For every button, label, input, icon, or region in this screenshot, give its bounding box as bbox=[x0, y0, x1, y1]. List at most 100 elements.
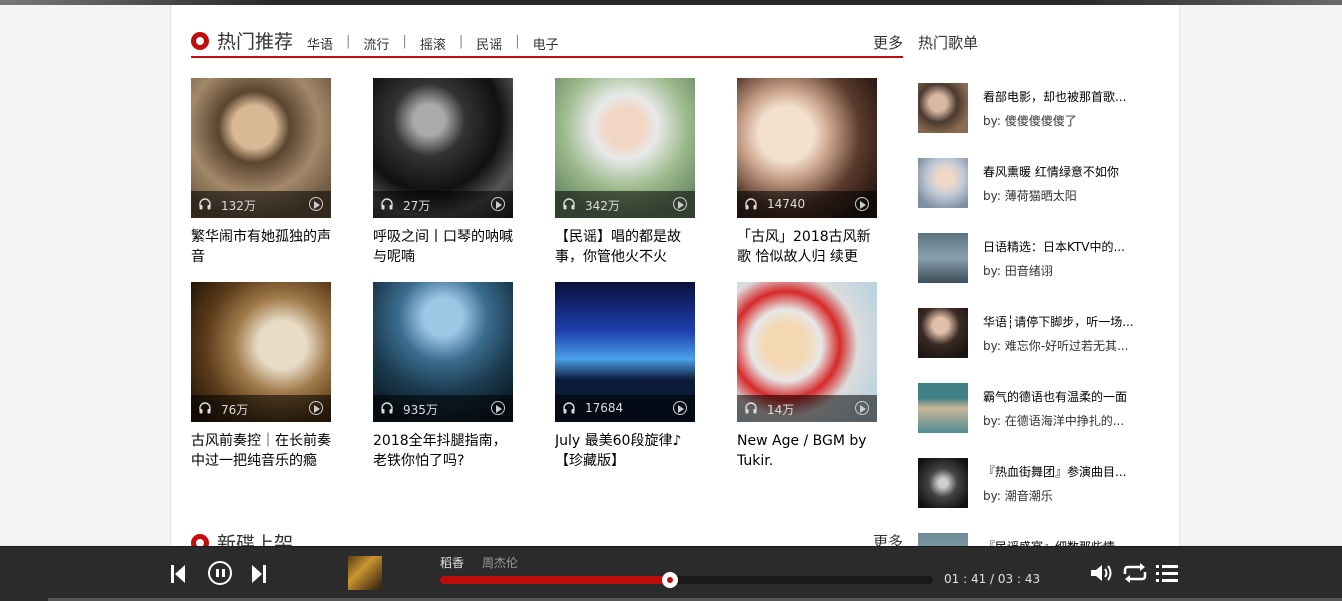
pause-button[interactable] bbox=[208, 561, 232, 585]
hot-recommend-title[interactable]: 热门推荐 bbox=[217, 27, 293, 54]
play-count: 342万 bbox=[585, 199, 620, 213]
headphones-icon bbox=[563, 198, 575, 210]
more-link[interactable]: 更多 bbox=[873, 32, 903, 53]
play-icon[interactable] bbox=[855, 401, 869, 415]
play-count: 17684 bbox=[585, 401, 624, 415]
player-bar: 稻香 周杰伦 01 : 41 / 03 : 43 bbox=[0, 546, 1342, 601]
playlist-name[interactable]: 【民谣】唱的都是故事，你管他火不火 bbox=[555, 227, 695, 267]
tab-minyao[interactable]: 民谣 bbox=[476, 34, 502, 53]
side-playlist-item[interactable]: 春风熏暖 红情绿意不如你 by: 薄荷猫晒太阳 bbox=[918, 157, 1158, 209]
side-playlist-title[interactable]: 春风熏暖 红情绿意不如你 bbox=[983, 163, 1119, 180]
volume-icon[interactable] bbox=[1089, 562, 1115, 584]
playlist-card[interactable]: 132万 繁华闹市有她孤独的声音 bbox=[191, 78, 331, 267]
play-count: 132万 bbox=[221, 199, 256, 213]
progress-fill bbox=[440, 576, 670, 584]
side-playlist-item[interactable]: 霸气的德语也有温柔的一面 by: 在德语海洋中挣扎的... bbox=[918, 382, 1158, 434]
playlist-card[interactable]: 14万 New Age / BGM by Tukir. bbox=[737, 282, 877, 471]
hot-playlists-title: 热门歌单 bbox=[918, 34, 979, 52]
previous-icon[interactable] bbox=[170, 564, 186, 584]
headphones-icon bbox=[745, 198, 757, 210]
now-playing-cover[interactable] bbox=[348, 556, 382, 590]
playlist-name[interactable]: 「古风」2018古风新歌 恰似故人归 续更 bbox=[737, 227, 877, 267]
side-playlist-thumb[interactable] bbox=[918, 383, 968, 433]
playlist-cover[interactable]: 17684 bbox=[555, 282, 695, 422]
side-playlist-title[interactable]: 华语┆请停下脚步，听一场... bbox=[983, 313, 1134, 330]
play-count: 14万 bbox=[767, 403, 795, 417]
playlist-cover[interactable]: 27万 bbox=[373, 78, 513, 218]
headphones-icon bbox=[199, 198, 211, 210]
side-playlist-author: by: 难忘你-好听过若无其... bbox=[983, 339, 1129, 353]
side-playlist-thumb[interactable] bbox=[918, 83, 968, 133]
side-playlist-thumb[interactable] bbox=[918, 233, 968, 283]
song-title[interactable]: 稻香 bbox=[440, 554, 464, 571]
playlist-name[interactable]: 2018全年抖腿指南，老铁你怕了吗? bbox=[373, 431, 513, 471]
circle-dot-icon bbox=[191, 32, 209, 50]
playlist-name[interactable]: 呼吸之间丨口琴的呐喊与呢喃 bbox=[373, 227, 513, 267]
hot-recommend-header: 热门推荐 华语 | 流行 | 摇滚 | 民谣 | 电子 更多 bbox=[191, 25, 903, 58]
playlist-name[interactable]: 古风前奏控｜在长前奏中过一把纯音乐的瘾 bbox=[191, 431, 331, 471]
play-icon[interactable] bbox=[309, 401, 323, 415]
tab-divider: | bbox=[458, 34, 464, 49]
play-icon[interactable] bbox=[491, 197, 505, 211]
loop-icon[interactable] bbox=[1122, 562, 1148, 584]
progress-handle[interactable] bbox=[661, 572, 678, 588]
play-count: 935万 bbox=[403, 403, 438, 417]
playlist-card[interactable]: 935万 2018全年抖腿指南，老铁你怕了吗? bbox=[373, 282, 513, 471]
playlist-card[interactable]: 17684 July 最美60段旋律♪【珍藏版】 bbox=[555, 282, 695, 471]
playlist-name[interactable]: New Age / BGM by Tukir. bbox=[737, 431, 877, 471]
playlist-cover[interactable]: 132万 bbox=[191, 78, 331, 218]
play-count: 27万 bbox=[403, 199, 431, 213]
play-icon[interactable] bbox=[309, 197, 323, 211]
progress-bar[interactable] bbox=[440, 572, 933, 588]
side-playlist-author: by: 傻傻傻傻傻了 bbox=[983, 114, 1077, 128]
artist-name[interactable]: 周杰伦 bbox=[482, 554, 518, 571]
play-icon[interactable] bbox=[855, 197, 869, 211]
side-playlist-title[interactable]: 日语精选：日本KTV中的... bbox=[983, 238, 1125, 255]
side-playlist-item[interactable]: 『热血街舞团』参演曲目... by: 潮音潮乐 bbox=[918, 457, 1158, 509]
playlist-cover[interactable]: 935万 bbox=[373, 282, 513, 422]
genre-tabs: 华语 | 流行 | 摇滚 | 民谣 | 电子 bbox=[307, 34, 559, 53]
side-playlist-title[interactable]: 看部电影，却也被那首歌... bbox=[983, 88, 1126, 105]
playlist-cover[interactable]: 14740 bbox=[737, 78, 877, 218]
playlist-cover[interactable]: 342万 bbox=[555, 78, 695, 218]
play-icon[interactable] bbox=[673, 197, 687, 211]
playlist-card[interactable]: 76万 古风前奏控｜在长前奏中过一把纯音乐的瘾 bbox=[191, 282, 331, 471]
headphones-icon bbox=[745, 402, 757, 414]
side-playlist-author: by: 在德语海洋中挣扎的... bbox=[983, 414, 1125, 428]
main-content: 热门推荐 华语 | 流行 | 摇滚 | 民谣 | 电子 更多 132万 繁华闹市有她孤独… bbox=[170, 5, 1180, 601]
side-playlist-thumb[interactable] bbox=[918, 158, 968, 208]
headphones-icon bbox=[563, 402, 575, 414]
side-playlist-title[interactable]: 『热血街舞团』参演曲目... bbox=[983, 463, 1126, 480]
side-playlist-item[interactable]: 日语精选：日本KTV中的... by: 田音绪诩 bbox=[918, 232, 1158, 284]
playlist-cover[interactable]: 14万 bbox=[737, 282, 877, 422]
headphones-icon bbox=[199, 402, 211, 414]
playlist-card[interactable]: 27万 呼吸之间丨口琴的呐喊与呢喃 bbox=[373, 78, 513, 267]
play-count: 14740 bbox=[767, 197, 806, 211]
tab-huayu[interactable]: 华语 bbox=[307, 34, 333, 53]
side-playlist-title[interactable]: 霸气的德语也有温柔的一面 bbox=[983, 388, 1127, 405]
playlist-card[interactable]: 14740 「古风」2018古风新歌 恰似故人归 续更 bbox=[737, 78, 877, 267]
side-playlist-author: by: 潮音潮乐 bbox=[983, 489, 1053, 503]
time-display: 01 : 41 / 03 : 43 bbox=[944, 572, 1041, 586]
play-icon[interactable] bbox=[491, 401, 505, 415]
side-playlist-thumb[interactable] bbox=[918, 458, 968, 508]
headphones-icon bbox=[381, 198, 393, 210]
playlist-name[interactable]: 繁华闹市有她孤独的声音 bbox=[191, 227, 331, 267]
side-playlist-item[interactable]: 华语┆请停下脚步，听一场... by: 难忘你-好听过若无其... bbox=[918, 307, 1158, 359]
tab-dianzi[interactable]: 电子 bbox=[533, 34, 559, 53]
side-playlist-author: by: 田音绪诩 bbox=[983, 264, 1053, 278]
next-icon[interactable] bbox=[251, 564, 267, 584]
playlist-icon[interactable] bbox=[1155, 562, 1179, 584]
tab-divider: | bbox=[402, 34, 407, 49]
playlist-cover[interactable]: 76万 bbox=[191, 282, 331, 422]
play-icon[interactable] bbox=[673, 401, 687, 415]
playlist-name[interactable]: July 最美60段旋律♪【珍藏版】 bbox=[555, 431, 695, 471]
side-playlist-thumb[interactable] bbox=[918, 308, 968, 358]
tab-divider: | bbox=[346, 34, 351, 49]
playlist-card[interactable]: 342万 【民谣】唱的都是故事，你管他火不火 bbox=[555, 78, 695, 267]
side-playlist-item[interactable]: 看部电影，却也被那首歌... by: 傻傻傻傻傻了 bbox=[918, 82, 1158, 134]
tab-liuxing[interactable]: 流行 bbox=[363, 34, 389, 53]
side-playlist-author: by: 薄荷猫晒太阳 bbox=[983, 189, 1077, 203]
headphones-icon bbox=[381, 402, 393, 414]
tab-yaogun[interactable]: 摇滚 bbox=[420, 34, 446, 53]
